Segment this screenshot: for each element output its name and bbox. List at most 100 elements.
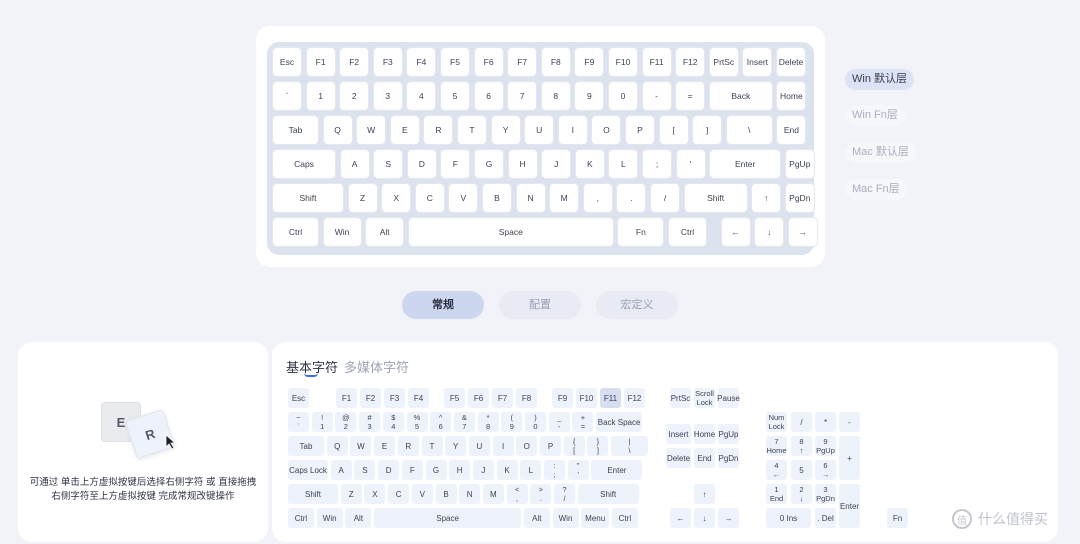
key-symbol[interactable]: [ [658,115,689,145]
vkey-3-pgdn[interactable]: 3 PgDn [815,484,836,504]
vkey-d[interactable]: D [378,460,400,480]
key-pgdn[interactable]: PgDn [784,183,815,213]
key-symbol[interactable]: ; [642,149,672,179]
key-shift[interactable]: Shift [683,183,748,213]
vkey-0[interactable]: ) 0 [525,412,546,432]
key-delete[interactable]: Delete [776,47,806,77]
key-6[interactable]: 6 [473,81,504,111]
key-5[interactable]: 5 [440,81,470,111]
key-8[interactable]: 8 [540,81,571,111]
key-symbol[interactable]: . [616,183,647,213]
vkey-f4[interactable]: F4 [408,388,429,408]
vkey-4[interactable]: 4 ← [766,460,787,480]
vkey-symbol[interactable]: → [718,508,739,528]
vkey-f[interactable]: F [401,460,423,480]
vkey-symbol[interactable]: _ - [548,412,570,432]
vkey-1[interactable]: ! 1 [311,412,333,432]
vkey-shift[interactable]: Shift [577,484,639,504]
vkey-v[interactable]: V [411,484,433,504]
vkey-space[interactable]: Space [374,508,522,528]
key-3[interactable]: 3 [372,81,403,111]
vkey-symbol[interactable]: | \ [611,436,649,456]
key-caps[interactable]: Caps [272,149,336,179]
key-end[interactable]: End [776,115,807,145]
vkey-del[interactable]: . Del [815,508,836,528]
key-f7[interactable]: F7 [507,47,538,77]
key-space[interactable]: Space [407,217,614,247]
vkey-enter[interactable]: Enter [839,484,860,528]
key-symbol[interactable]: ' [675,149,706,179]
layer-mac-default[interactable]: Mac 默认层 [845,142,916,163]
vkey-symbol[interactable]: ↓ [694,508,715,528]
vkey-symbol[interactable]: ↑ [694,484,715,504]
key-f8[interactable]: F8 [540,47,571,77]
key-f9[interactable]: F9 [574,47,605,77]
key-f2[interactable]: F2 [339,47,370,77]
vkey-m[interactable]: M [482,484,504,504]
vkey-enter[interactable]: Enter [591,460,643,480]
vkey-alt[interactable]: Alt [345,508,372,528]
key-symbol[interactable]: → [787,217,818,247]
vkey-scroll-lock[interactable]: Scroll Lock [694,388,715,408]
vkey-shift[interactable]: Shift [288,484,338,504]
key-alt[interactable]: Alt [365,217,405,247]
vkey-menu[interactable]: Menu [581,508,610,528]
key-k[interactable]: K [574,149,605,179]
key-v[interactable]: V [448,183,479,213]
key-f1[interactable]: F1 [305,47,336,77]
key-0[interactable]: 0 [608,81,638,111]
vkey-n[interactable]: N [459,484,481,504]
vkey-u[interactable]: U [468,436,490,456]
key-f5[interactable]: F5 [440,47,470,77]
key-symbol[interactable]: ← [720,217,751,247]
key-2[interactable]: 2 [339,81,370,111]
key-b[interactable]: B [482,183,512,213]
key-u[interactable]: U [524,115,555,145]
vkey-tab[interactable]: Tab [288,436,324,456]
vkey-r[interactable]: R [397,436,419,456]
vkey-b[interactable]: B [435,484,457,504]
tab-macro[interactable]: 宏定义 [596,291,678,319]
vkey-3[interactable]: #3 [359,412,381,432]
layer-win-default[interactable]: Win 默认层 [845,69,914,90]
vkey-symbol[interactable]: - [839,412,860,432]
vkey-7-home[interactable]: 7 Home [766,436,787,456]
key-back[interactable]: Back [708,81,773,111]
vkey-f7[interactable]: F7 [492,388,513,408]
vkey-h[interactable]: H [449,460,471,480]
vkey-y[interactable]: Y [445,436,467,456]
key-j[interactable]: J [541,149,572,179]
key-t[interactable]: T [457,115,487,145]
key-symbol[interactable]: ] [692,115,723,145]
vkey-home[interactable]: Home [694,424,715,444]
key-f[interactable]: F [440,149,471,179]
key-f11[interactable]: F11 [641,47,672,77]
key-home[interactable]: Home [776,81,807,111]
key-win[interactable]: Win [322,217,362,247]
vkey-alt[interactable]: Alt [523,508,550,528]
layer-win-fn[interactable]: Win Fn层 [845,105,905,126]
key-w[interactable]: W [356,115,387,145]
tab-config[interactable]: 配置 [499,291,581,319]
vkey-symbol[interactable]: ← [670,508,691,528]
vkey-e[interactable]: E [374,436,396,456]
vkey-f9[interactable]: F9 [552,388,573,408]
vkey-symbol[interactable]: >. [530,484,552,504]
key-r[interactable]: R [423,115,454,145]
vkey-symbol[interactable]: " ' [567,460,589,480]
vkey-delete[interactable]: Delete [666,448,691,468]
vkey-f11[interactable]: F11 [600,388,621,408]
vkey-q[interactable]: Q [326,436,348,456]
key-pgup[interactable]: PgUp [784,149,815,179]
vkey-esc[interactable]: Esc [288,388,309,408]
vkey-symbol[interactable]: ? / [554,484,575,504]
vkey-f3[interactable]: F3 [384,388,405,408]
vkey-num-lock[interactable]: Num Lock [766,412,787,432]
vkey-f8[interactable]: F8 [516,388,537,408]
vkey-symbol[interactable]: <, [506,484,528,504]
vkey-symbol[interactable]: * [815,412,836,432]
vkey-6[interactable]: 6 → [815,460,836,480]
key-n[interactable]: N [515,183,546,213]
key-9[interactable]: 9 [574,81,605,111]
key-o[interactable]: O [591,115,622,145]
